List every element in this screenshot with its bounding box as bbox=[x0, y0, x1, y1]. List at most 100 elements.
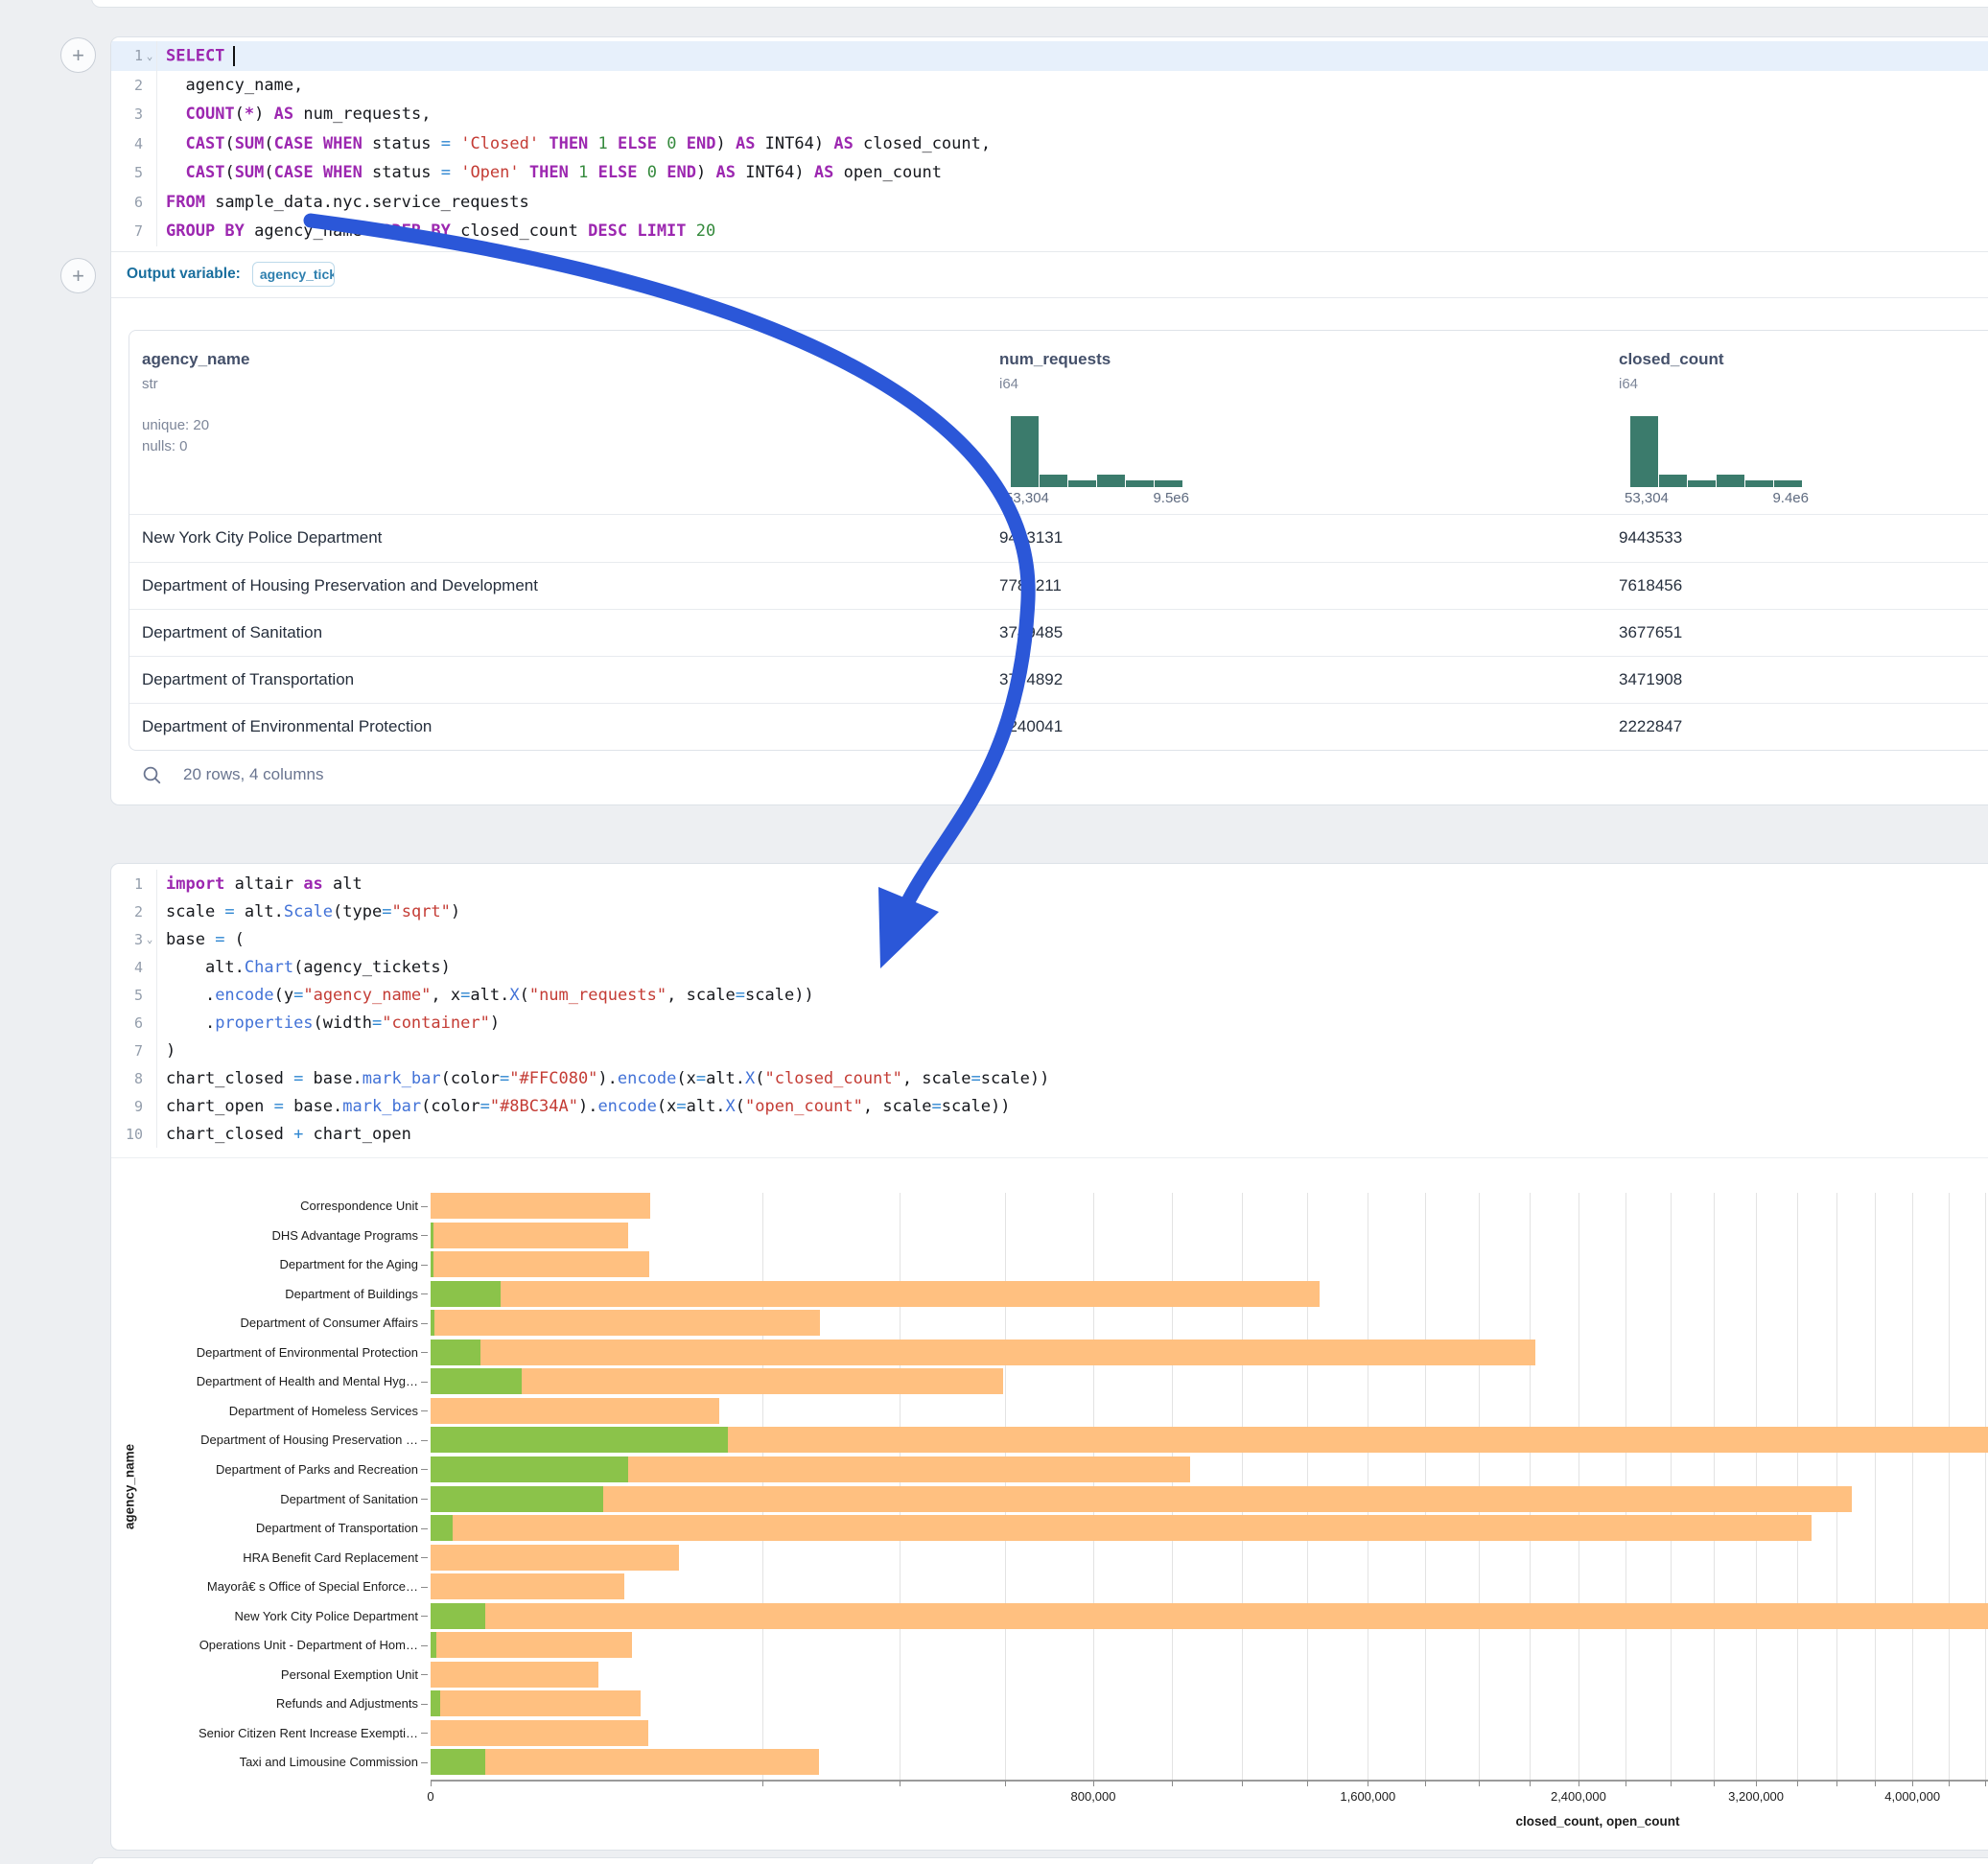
y-axis-label: Department of Consumer Affairs bbox=[130, 1316, 418, 1330]
python-line-2[interactable]: 2scale = alt.Scale(type="sqrt") bbox=[111, 897, 1988, 925]
closed-count-bar[interactable] bbox=[431, 1223, 628, 1248]
table-cell: 2222847 bbox=[1606, 717, 1988, 736]
table-row[interactable]: Department of Environmental Protection22… bbox=[129, 703, 1988, 750]
gridline bbox=[1985, 1193, 1986, 1780]
closed-count-bar[interactable] bbox=[431, 1690, 641, 1716]
y-axis-label: DHS Advantage Programs bbox=[130, 1228, 418, 1243]
table-row[interactable]: Department of Housing Preservation and D… bbox=[129, 562, 1988, 609]
code-text: FROM sample_data.nyc.service_requests bbox=[157, 193, 529, 212]
open-count-bar[interactable] bbox=[431, 1340, 480, 1365]
table-row[interactable]: Department of Sanitation37494853677651 bbox=[129, 609, 1988, 656]
python-line-3[interactable]: 3⌄base = ( bbox=[111, 925, 1988, 953]
sql-line-3[interactable]: 3 COUNT(*) AS num_requests, bbox=[111, 100, 1988, 129]
sql-line-5[interactable]: 5 CAST(SUM(CASE WHEN status = 'Open' THE… bbox=[111, 158, 1988, 188]
x-axis-tick bbox=[1836, 1781, 1837, 1786]
line-number: 4 bbox=[111, 953, 157, 981]
closed-count-bar[interactable] bbox=[431, 1193, 650, 1219]
closed-count-bar[interactable] bbox=[431, 1310, 820, 1336]
closed-count-bar[interactable] bbox=[431, 1251, 649, 1277]
y-axis-tick bbox=[421, 1587, 428, 1588]
table-cell: 2240041 bbox=[987, 717, 1606, 736]
y-axis-tick bbox=[421, 1704, 428, 1705]
open-count-bar[interactable] bbox=[431, 1632, 436, 1658]
y-axis-label: Taxi and Limousine Commission bbox=[130, 1755, 418, 1769]
closed-count-bar[interactable] bbox=[431, 1486, 1852, 1512]
column-header-agency_name[interactable]: agency_namestrunique: 20nulls: 0 bbox=[129, 331, 987, 514]
open-count-bar[interactable] bbox=[431, 1310, 434, 1336]
table-row[interactable]: Department of Transportation377489234719… bbox=[129, 656, 1988, 703]
open-count-bar[interactable] bbox=[431, 1281, 501, 1307]
fold-chevron-icon[interactable]: ⌄ bbox=[143, 50, 156, 62]
python-line-4[interactable]: 4 alt.Chart(agency_tickets) bbox=[111, 953, 1988, 981]
open-count-bar[interactable] bbox=[431, 1749, 485, 1775]
table-cell: 3749485 bbox=[987, 623, 1606, 642]
line-number: 4 bbox=[111, 129, 157, 159]
code-text: agency_name, bbox=[157, 76, 303, 95]
open-count-bar[interactable] bbox=[431, 1603, 485, 1629]
open-count-bar[interactable] bbox=[431, 1251, 433, 1277]
add-cell-button-output[interactable]: + bbox=[60, 258, 96, 293]
open-count-bar[interactable] bbox=[431, 1223, 433, 1248]
open-count-bar[interactable] bbox=[431, 1368, 522, 1394]
y-axis-label: Department of Transportation bbox=[130, 1521, 418, 1535]
y-axis-label: Refunds and Adjustments bbox=[130, 1696, 418, 1711]
table-cell: New York City Police Department bbox=[129, 528, 987, 548]
closed-count-bar[interactable] bbox=[431, 1281, 1320, 1307]
y-axis-label: Mayorâ€ s Office of Special Enforce… bbox=[130, 1579, 418, 1594]
fold-chevron-icon[interactable]: ⌄ bbox=[143, 933, 156, 945]
search-icon[interactable] bbox=[142, 765, 162, 785]
closed-count-bar[interactable] bbox=[431, 1603, 1988, 1629]
text-cursor bbox=[233, 46, 235, 66]
y-axis-tick bbox=[421, 1733, 428, 1734]
closed-count-bar[interactable] bbox=[431, 1515, 1812, 1541]
open-count-bar[interactable] bbox=[431, 1515, 453, 1541]
sql-line-4[interactable]: 4 CAST(SUM(CASE WHEN status = 'Closed' T… bbox=[111, 129, 1988, 159]
sql-line-1[interactable]: 1⌄SELECT bbox=[111, 41, 1988, 71]
closed-count-bar[interactable] bbox=[431, 1632, 632, 1658]
python-line-8[interactable]: 8chart_closed = base.mark_bar(color="#FF… bbox=[111, 1064, 1988, 1092]
closed-count-bar[interactable] bbox=[431, 1720, 648, 1746]
x-axis-tick bbox=[1875, 1781, 1876, 1786]
code-text: chart_open = base.mark_bar(color="#8BC34… bbox=[157, 1097, 1010, 1116]
closed-count-bar[interactable] bbox=[431, 1662, 598, 1688]
open-count-bar[interactable] bbox=[431, 1690, 440, 1716]
python-line-10[interactable]: 10chart_closed + chart_open bbox=[111, 1120, 1988, 1148]
open-count-bar[interactable] bbox=[431, 1486, 603, 1512]
add-cell-button-top[interactable]: + bbox=[60, 37, 96, 73]
sql-cell-card: 1⌄SELECT2 agency_name,3 COUNT(*) AS num_… bbox=[110, 36, 1988, 805]
y-axis-label: HRA Benefit Card Replacement bbox=[130, 1550, 418, 1565]
hist-max-label: 9.5e6 bbox=[1153, 490, 1189, 506]
line-number: 2 bbox=[111, 897, 157, 925]
python-code-editor[interactable]: 1import altair as alt2scale = alt.Scale(… bbox=[111, 864, 1988, 1148]
python-line-1[interactable]: 1import altair as alt bbox=[111, 870, 1988, 897]
python-line-7[interactable]: 7) bbox=[111, 1037, 1988, 1064]
x-axis-tick bbox=[1714, 1781, 1715, 1786]
closed-count-bar[interactable] bbox=[431, 1573, 624, 1599]
sql-line-6[interactable]: 6FROM sample_data.nyc.service_requests bbox=[111, 188, 1988, 218]
sql-line-7[interactable]: 7GROUP BY agency_name ORDER BY closed_co… bbox=[111, 217, 1988, 246]
column-header-num_requests[interactable]: num_requestsi6453,3049.5e6 bbox=[987, 331, 1606, 514]
column-header-closed_count[interactable]: closed_counti6453,3049.4e6 bbox=[1606, 331, 1988, 514]
table-row[interactable]: New York City Police Department945313194… bbox=[129, 515, 1988, 562]
sql-code-editor[interactable]: 1⌄SELECT2 agency_name,3 COUNT(*) AS num_… bbox=[111, 37, 1988, 251]
python-line-5[interactable]: 5 .encode(y="agency_name", x=alt.X("num_… bbox=[111, 981, 1988, 1009]
closed-count-bar[interactable] bbox=[431, 1398, 719, 1424]
open-count-bar[interactable] bbox=[431, 1456, 628, 1482]
table-cell: 9443533 bbox=[1606, 528, 1988, 548]
code-text: base = ( bbox=[157, 930, 245, 949]
python-line-6[interactable]: 6 .properties(width="container") bbox=[111, 1009, 1988, 1037]
y-axis-label: Department of Health and Mental Hyg… bbox=[130, 1374, 418, 1388]
result-table-body: New York City Police Department945313194… bbox=[129, 515, 1988, 750]
x-axis-tick bbox=[1479, 1781, 1480, 1786]
sql-line-2[interactable]: 2 agency_name, bbox=[111, 71, 1988, 101]
table-cell: Department of Transportation bbox=[129, 670, 987, 689]
code-text: SELECT bbox=[157, 46, 235, 66]
column-histogram bbox=[1630, 416, 1803, 487]
closed-count-bar[interactable] bbox=[431, 1545, 679, 1571]
python-line-9[interactable]: 9chart_open = base.mark_bar(color="#8BC3… bbox=[111, 1092, 1988, 1120]
output-variable-pill[interactable]: agency_tickets bbox=[252, 262, 335, 287]
table-cell: 3677651 bbox=[1606, 623, 1988, 642]
closed-count-bar[interactable] bbox=[431, 1749, 819, 1775]
closed-count-bar[interactable] bbox=[431, 1340, 1535, 1365]
open-count-bar[interactable] bbox=[431, 1427, 728, 1453]
